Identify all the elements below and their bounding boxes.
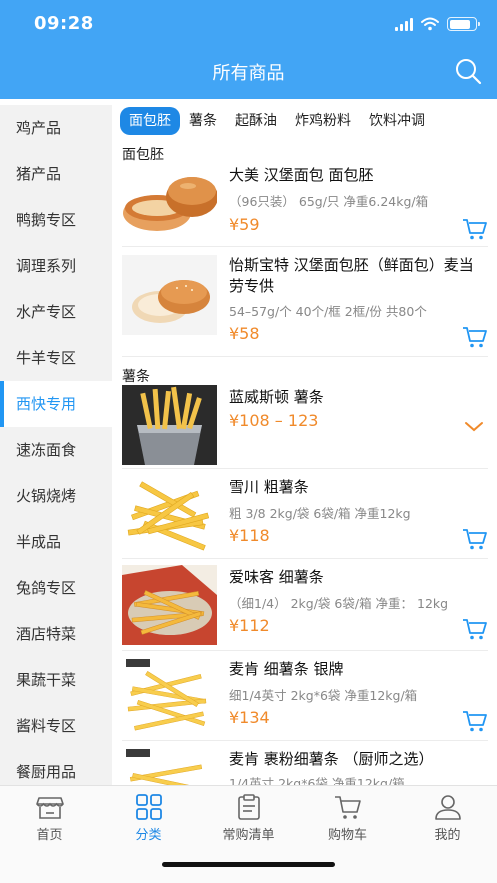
- search-icon[interactable]: [453, 56, 483, 86]
- sidebar-item-vegetables[interactable]: 果蔬干菜: [0, 657, 112, 703]
- product-name: 麦肯 裹粉细薯条 （厨师之选）: [229, 750, 434, 768]
- product-name: 大美 汉堡面包 面包胚: [229, 166, 374, 184]
- product-spec: 54–57g/个 40个/框 2框/份 共80个: [229, 304, 427, 319]
- nav-label: 分类: [135, 828, 162, 843]
- sidebar-item-prepared[interactable]: 调理系列: [0, 243, 112, 289]
- sidebar-item-beef-lamb[interactable]: 牛羊专区: [0, 335, 112, 381]
- status-icons: [395, 16, 480, 32]
- product-image: [122, 565, 217, 645]
- category-sidebar: 鸡产品 猪产品 鸭鹅专区 调理系列 水产专区 牛羊专区 西快专用 速冻面食 火锅…: [0, 105, 112, 785]
- nav-category[interactable]: 分类: [99, 794, 198, 843]
- sidebar-item-seafood[interactable]: 水产专区: [0, 289, 112, 335]
- product-name: 麦肯 细薯条 银牌: [229, 660, 344, 678]
- tab-bread-bun[interactable]: 面包胚: [120, 107, 180, 135]
- product-card[interactable]: 麦肯 细薯条 银牌 细1/4英寸 2kg*6袋 净重12kg/箱 ¥134: [122, 651, 488, 741]
- add-to-cart-icon[interactable]: [462, 709, 488, 733]
- signal-icon: [395, 17, 413, 31]
- tab-drinks[interactable]: 饮料冲调: [360, 107, 434, 135]
- product-card[interactable]: 爱味客 细薯条 （细1/4） 2kg/袋 6袋/箱 净重： 12kg ¥112: [122, 559, 488, 651]
- product-image: [122, 657, 217, 737]
- grid-icon: [135, 794, 162, 820]
- user-icon: [434, 795, 461, 820]
- add-to-cart-icon[interactable]: [462, 325, 488, 349]
- product-panel: 面包胚 薯条 起酥油 炸鸡粉料 饮料冲调 面包胚 大美 汉堡面包 面包胚 （96…: [112, 99, 497, 785]
- product-name: 雪川 粗薯条: [229, 478, 309, 496]
- product-card[interactable]: 蓝威斯顿 薯条 ¥108 – 123: [122, 379, 488, 469]
- status-bar: 09:28: [0, 0, 497, 46]
- nav-label: 购物车: [327, 828, 367, 843]
- nav-frequent-list[interactable]: 常购清单: [199, 794, 298, 843]
- product-spec: 粗 3/8 2kg/袋 6袋/箱 净重12kg: [229, 506, 411, 521]
- sidebar-item-western-fastfood[interactable]: 西快专用: [0, 381, 112, 427]
- chevron-down-icon[interactable]: [462, 417, 486, 437]
- sidebar-item-kitchen-supplies[interactable]: 餐厨用品: [0, 749, 112, 785]
- store-icon: [35, 797, 64, 819]
- product-image: [122, 385, 217, 465]
- product-card[interactable]: 雪川 粗薯条 粗 3/8 2kg/袋 6袋/箱 净重12kg ¥118: [122, 469, 488, 559]
- cart-icon: [334, 796, 361, 819]
- nav-label: 我的: [434, 828, 461, 843]
- product-card[interactable]: 麦肯 裹粉细薯条 （厨师之选） 1/4英寸 2kg*6袋 净重12kg/箱: [122, 741, 488, 785]
- nav-label: 首页: [36, 828, 63, 843]
- product-card[interactable]: 怡斯宝特 汉堡面包胚（鲜面包）麦当劳专供 54–57g/个 40个/框 2框/份…: [122, 247, 488, 357]
- product-price: ¥112: [229, 616, 270, 635]
- product-image: [122, 475, 217, 555]
- status-time: 09:28: [34, 13, 94, 34]
- product-price: ¥118: [229, 526, 270, 545]
- product-image: [122, 161, 217, 241]
- sidebar-item-frozen-pasta[interactable]: 速冻面食: [0, 427, 112, 473]
- product-name: 蓝威斯顿 薯条: [229, 388, 324, 406]
- product-price: ¥58: [229, 324, 260, 343]
- product-name: 爱味客 细薯条: [229, 568, 324, 586]
- nav-label: 常购清单: [222, 828, 275, 843]
- product-image: [122, 747, 217, 785]
- product-price: ¥108 – 123: [229, 411, 319, 430]
- nav-profile[interactable]: 我的: [398, 794, 497, 843]
- sidebar-item-pork[interactable]: 猪产品: [0, 151, 112, 197]
- product-spec: （细1/4） 2kg/袋 6袋/箱 净重： 12kg: [229, 596, 449, 611]
- product-name: 怡斯宝特 汉堡面包胚（鲜面包）麦当劳专供: [229, 256, 474, 295]
- product-image: [122, 255, 217, 335]
- sidebar-item-duck-goose[interactable]: 鸭鹅专区: [0, 197, 112, 243]
- sidebar-item-sauces[interactable]: 酱料专区: [0, 703, 112, 749]
- tab-shortening[interactable]: 起酥油: [226, 107, 286, 135]
- add-to-cart-icon[interactable]: [462, 527, 488, 551]
- home-indicator: [162, 862, 335, 867]
- product-price: ¥134: [229, 708, 270, 727]
- product-spec: 细1/4英寸 2kg*6袋 净重12kg/箱: [229, 688, 418, 703]
- product-card[interactable]: 大美 汉堡面包 面包胚 （96只装） 65g/只 净重6.24kg/箱 ¥59: [122, 157, 488, 247]
- add-to-cart-icon[interactable]: [462, 617, 488, 641]
- sidebar-item-rabbit-pigeon[interactable]: 兔鸽专区: [0, 565, 112, 611]
- clipboard-icon: [237, 794, 260, 820]
- sidebar-item-hotel-dishes[interactable]: 酒店特菜: [0, 611, 112, 657]
- page-title: 所有商品: [212, 63, 285, 84]
- sidebar-item-hotpot-bbq[interactable]: 火锅烧烤: [0, 473, 112, 519]
- bottom-nav: 首页 分类 常购清单 购物车 我的: [0, 785, 497, 883]
- sidebar-item-semi-finished[interactable]: 半成品: [0, 519, 112, 565]
- sidebar-item-chicken[interactable]: 鸡产品: [0, 105, 112, 151]
- tab-fries[interactable]: 薯条: [180, 107, 226, 135]
- product-price: ¥59: [229, 215, 260, 234]
- product-spec: 1/4英寸 2kg*6袋 净重12kg/箱: [229, 776, 405, 785]
- battery-icon: [447, 17, 480, 31]
- nav-home[interactable]: 首页: [0, 794, 99, 843]
- app-header: 09:28 所有商品: [0, 0, 497, 99]
- subcategory-tabs: 面包胚 薯条 起酥油 炸鸡粉料 饮料冲调: [112, 106, 497, 136]
- add-to-cart-icon[interactable]: [462, 217, 488, 241]
- nav-cart[interactable]: 购物车: [298, 794, 397, 843]
- wifi-icon: [421, 17, 439, 31]
- product-spec: （96只装） 65g/只 净重6.24kg/箱: [229, 194, 429, 209]
- tab-fried-chicken-flour[interactable]: 炸鸡粉料: [286, 107, 360, 135]
